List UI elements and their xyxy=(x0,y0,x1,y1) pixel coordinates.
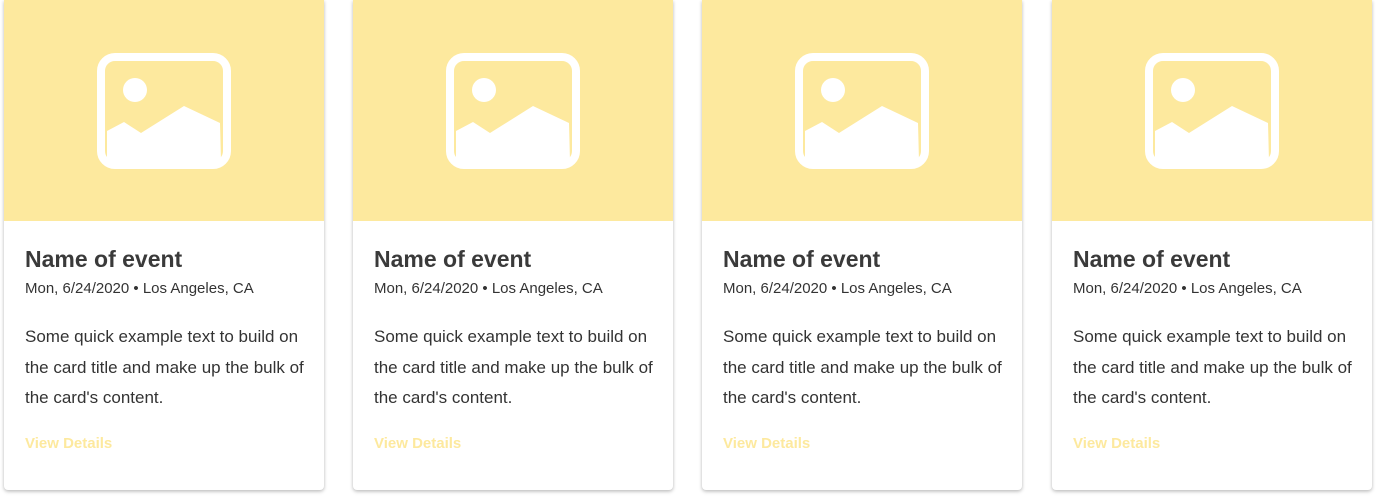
card-description: Some quick example text to build on the … xyxy=(25,327,304,407)
event-card: Name of event Mon, 6/24/2020 • Los Angel… xyxy=(1052,0,1372,490)
card-image-placeholder xyxy=(353,0,673,221)
image-placeholder-icon xyxy=(446,52,580,169)
view-details-link[interactable]: View Details xyxy=(1073,435,1160,452)
view-details-link[interactable]: View Details xyxy=(374,435,461,452)
card-body: Name of event Mon, 6/24/2020 • Los Angel… xyxy=(353,221,673,453)
view-details-link[interactable]: View Details xyxy=(723,435,810,452)
image-placeholder-icon xyxy=(97,52,231,169)
card-image-placeholder xyxy=(4,0,324,221)
card-title: Name of event xyxy=(374,246,532,272)
image-placeholder-icon xyxy=(795,52,929,169)
card-title: Name of event xyxy=(1073,246,1231,272)
card-description: Some quick example text to build on the … xyxy=(723,327,1002,407)
card-date-location: Mon, 6/24/2020 • Los Angeles, CA xyxy=(374,280,603,297)
card-date-location: Mon, 6/24/2020 • Los Angeles, CA xyxy=(723,280,952,297)
view-details-link[interactable]: View Details xyxy=(25,435,112,452)
event-card: Name of event Mon, 6/24/2020 • Los Angel… xyxy=(4,0,324,490)
card-body: Name of event Mon, 6/24/2020 • Los Angel… xyxy=(4,221,324,453)
card-date-location: Mon, 6/24/2020 • Los Angeles, CA xyxy=(25,280,254,297)
card-body: Name of event Mon, 6/24/2020 • Los Angel… xyxy=(1052,221,1372,453)
card-date-location: Mon, 6/24/2020 • Los Angeles, CA xyxy=(1073,280,1302,297)
event-card: Name of event Mon, 6/24/2020 • Los Angel… xyxy=(702,0,1022,490)
card-image-placeholder xyxy=(1052,0,1372,221)
event-card: Name of event Mon, 6/24/2020 • Los Angel… xyxy=(353,0,673,490)
card-description: Some quick example text to build on the … xyxy=(1073,327,1352,407)
card-description: Some quick example text to build on the … xyxy=(374,327,653,407)
card-image-placeholder xyxy=(702,0,1022,221)
card-title: Name of event xyxy=(25,246,183,272)
card-body: Name of event Mon, 6/24/2020 • Los Angel… xyxy=(702,221,1022,453)
image-placeholder-icon xyxy=(1145,52,1279,169)
card-title: Name of event xyxy=(723,246,881,272)
event-card-list: Name of event Mon, 6/24/2020 • Los Angel… xyxy=(0,0,1376,498)
